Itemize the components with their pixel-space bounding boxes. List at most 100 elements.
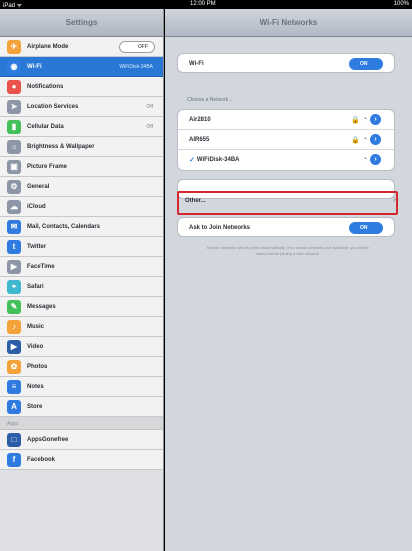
- sidebar-item-safari[interactable]: ⌖ Safari: [0, 277, 163, 297]
- wifi-networks-panel: Wi-Fi Networks Wi-Fi ON Choose a Network…: [165, 9, 412, 551]
- sidebar-item-value: WiFiDisk-34BA: [119, 64, 153, 70]
- ask-join-label: Ask to Join Networks: [189, 225, 251, 231]
- sidebar-title: Settings: [0, 9, 163, 37]
- carrier-label: iPad ᯤ: [3, 3, 23, 9]
- sidebar-item-brightness-wallpaper[interactable]: ☼ Brightness & Wallpaper: [0, 137, 163, 157]
- notifications-icon: ●: [7, 79, 21, 94]
- network-row[interactable]: AIR655 🔒 ◔ ›: [178, 130, 394, 150]
- info-icon[interactable]: ›: [370, 114, 381, 125]
- wifi-label: Wi-Fi: [189, 61, 204, 67]
- sidebar-item-label: AppsGonefree: [27, 436, 69, 443]
- sidebar-item-label: Notes: [27, 383, 44, 390]
- network-list-group: Air2810 🔒 ◔ › AIR655 🔒 ◔ › ✓ WiFiDisk-34…: [177, 109, 395, 171]
- wifi-toggle-group: Wi-Fi ON: [177, 53, 395, 73]
- ask-join-toggle[interactable]: ON: [349, 222, 383, 234]
- sidebar-item-notifications[interactable]: ● Notifications: [0, 77, 163, 97]
- apps-section-header: Apps: [0, 417, 163, 430]
- brightness-icon: ☼: [7, 139, 21, 154]
- sidebar-item-value: Off: [146, 104, 153, 110]
- wifi-toggle[interactable]: ON: [349, 58, 383, 70]
- sidebar-item-label: Photos: [27, 363, 48, 370]
- sidebar-item-cellular-data[interactable]: ▮ Cellular Data Off: [0, 117, 163, 137]
- network-row[interactable]: ✓ WiFiDisk-34BA ◔ ›: [178, 150, 394, 170]
- ipad-settings-screen: iPad ᯤ 12:00 PM 100% Settings ✈ Airplane …: [0, 0, 412, 551]
- sidebar-item-location-services[interactable]: ➤ Location Services Off: [0, 97, 163, 117]
- sidebar-item-label: Store: [27, 403, 43, 410]
- sidebar-item-label: Safari: [27, 283, 44, 290]
- sidebar-item-label: Twitter: [27, 243, 47, 250]
- apps-gonefree-icon: □: [7, 432, 21, 447]
- sidebar-item-icloud[interactable]: ☁ iCloud: [0, 197, 163, 217]
- twitter-icon: t: [7, 239, 21, 254]
- sidebar-item-label: Picture Frame: [27, 163, 68, 170]
- sidebar-item-picture-frame[interactable]: ▣ Picture Frame: [0, 157, 163, 177]
- airplane-icon: ✈: [7, 39, 21, 54]
- sidebar-item-label: Facebook: [27, 456, 56, 463]
- sidebar-item-label: Video: [27, 343, 44, 350]
- sidebar-item-label: Location Services: [27, 103, 79, 110]
- sidebar-item-facetime[interactable]: ▶ FaceTime: [0, 257, 163, 277]
- sidebar-item-wi-fi[interactable]: ◉ Wi-Fi WiFiDisk-34BA: [0, 57, 163, 77]
- annotation-highlight-box: [177, 191, 398, 215]
- sidebar-item-photos[interactable]: ✿ Photos: [0, 357, 163, 377]
- info-icon[interactable]: ›: [370, 154, 381, 165]
- location-icon: ➤: [7, 99, 21, 114]
- sidebar-item-label: Music: [27, 323, 45, 330]
- sidebar-item-label: Mail, Contacts, Calendars: [27, 223, 101, 230]
- lock-icon: 🔒: [351, 116, 360, 124]
- network-icons: 🔒 ◔ ›: [351, 114, 381, 125]
- video-icon: ▶: [7, 339, 21, 354]
- airplane-mode-toggle[interactable]: OFF: [119, 41, 155, 53]
- chevron-right-icon[interactable]: ›: [393, 194, 396, 205]
- store-icon: A: [7, 399, 21, 414]
- wifi-signal-icon: ◔: [362, 116, 367, 123]
- cloud-icon: ☁: [7, 199, 21, 214]
- sidebar-item-airplane-mode[interactable]: ✈ Airplane Mode OFF: [0, 37, 163, 57]
- network-icons: 🔒 ◔ ›: [351, 134, 381, 145]
- sidebar-item-value: Off: [146, 124, 153, 130]
- sidebar-item-notes[interactable]: ≡ Notes: [0, 377, 163, 397]
- sidebar-item-twitter[interactable]: t Twitter: [0, 237, 163, 257]
- music-icon: ♪: [7, 319, 21, 334]
- safari-icon: ⌖: [7, 279, 21, 294]
- sidebar-item-label: General: [27, 183, 50, 190]
- choose-network-label: Choose a Network...: [187, 97, 233, 103]
- sidebar-list: ✈ Airplane Mode OFF ◉ Wi-Fi WiFiDisk-34BA ● Not…: [0, 37, 163, 470]
- sidebar-item-video[interactable]: ▶ Video: [0, 337, 163, 357]
- sidebar-item-label: Messages: [27, 303, 56, 310]
- sidebar-item-label: FaceTime: [27, 263, 55, 270]
- ask-join-group: Ask to Join Networks ON: [177, 217, 395, 237]
- ask-join-row: Ask to Join Networks ON: [178, 218, 394, 236]
- sidebar-item-label: Cellular Data: [27, 123, 64, 130]
- status-bar: iPad ᯤ 12:00 PM 100%: [0, 0, 412, 9]
- sidebar-item-general[interactable]: ⚙ General: [0, 177, 163, 197]
- checkmark-icon: ✓: [189, 157, 195, 164]
- sidebar-item-music[interactable]: ♪ Music: [0, 317, 163, 337]
- photos-icon: ✿: [7, 359, 21, 374]
- sidebar-item-appsgonefree[interactable]: □ AppsGonefree: [0, 430, 163, 450]
- ask-join-footnote: Known networks will be joined automatica…: [206, 245, 369, 256]
- time-label: 12:00 PM: [190, 1, 216, 7]
- sidebar-item-store[interactable]: A Store: [0, 397, 163, 417]
- facebook-icon: f: [7, 452, 21, 467]
- picture-frame-icon: ▣: [7, 159, 21, 174]
- settings-sidebar: Settings ✈ Airplane Mode OFF ◉ Wi-Fi WiFiDisk…: [0, 9, 164, 551]
- sidebar-item-mail-contacts-calendars[interactable]: ✉ Mail, Contacts, Calendars: [0, 217, 163, 237]
- facetime-icon: ▶: [7, 259, 21, 274]
- network-icons: ◔ ›: [363, 154, 381, 165]
- other-network-label: Other...: [185, 198, 206, 204]
- mail-icon: ✉: [7, 219, 21, 234]
- wifi-icon: ◉: [7, 59, 21, 74]
- sidebar-item-facebook[interactable]: f Facebook: [0, 450, 163, 470]
- sidebar-item-label: Notifications: [27, 83, 64, 90]
- network-row[interactable]: Air2810 🔒 ◔ ›: [178, 110, 394, 130]
- lock-icon: 🔒: [351, 136, 360, 144]
- cellular-icon: ▮: [7, 119, 21, 134]
- wifi-row: Wi-Fi ON: [178, 54, 394, 72]
- wifi-signal-icon: ◔: [362, 156, 367, 163]
- messages-icon: ✎: [7, 299, 21, 314]
- sidebar-item-label: iCloud: [27, 203, 46, 210]
- sidebar-item-messages[interactable]: ✎ Messages: [0, 297, 163, 317]
- info-icon[interactable]: ›: [370, 134, 381, 145]
- battery-label: 100%: [393, 1, 409, 7]
